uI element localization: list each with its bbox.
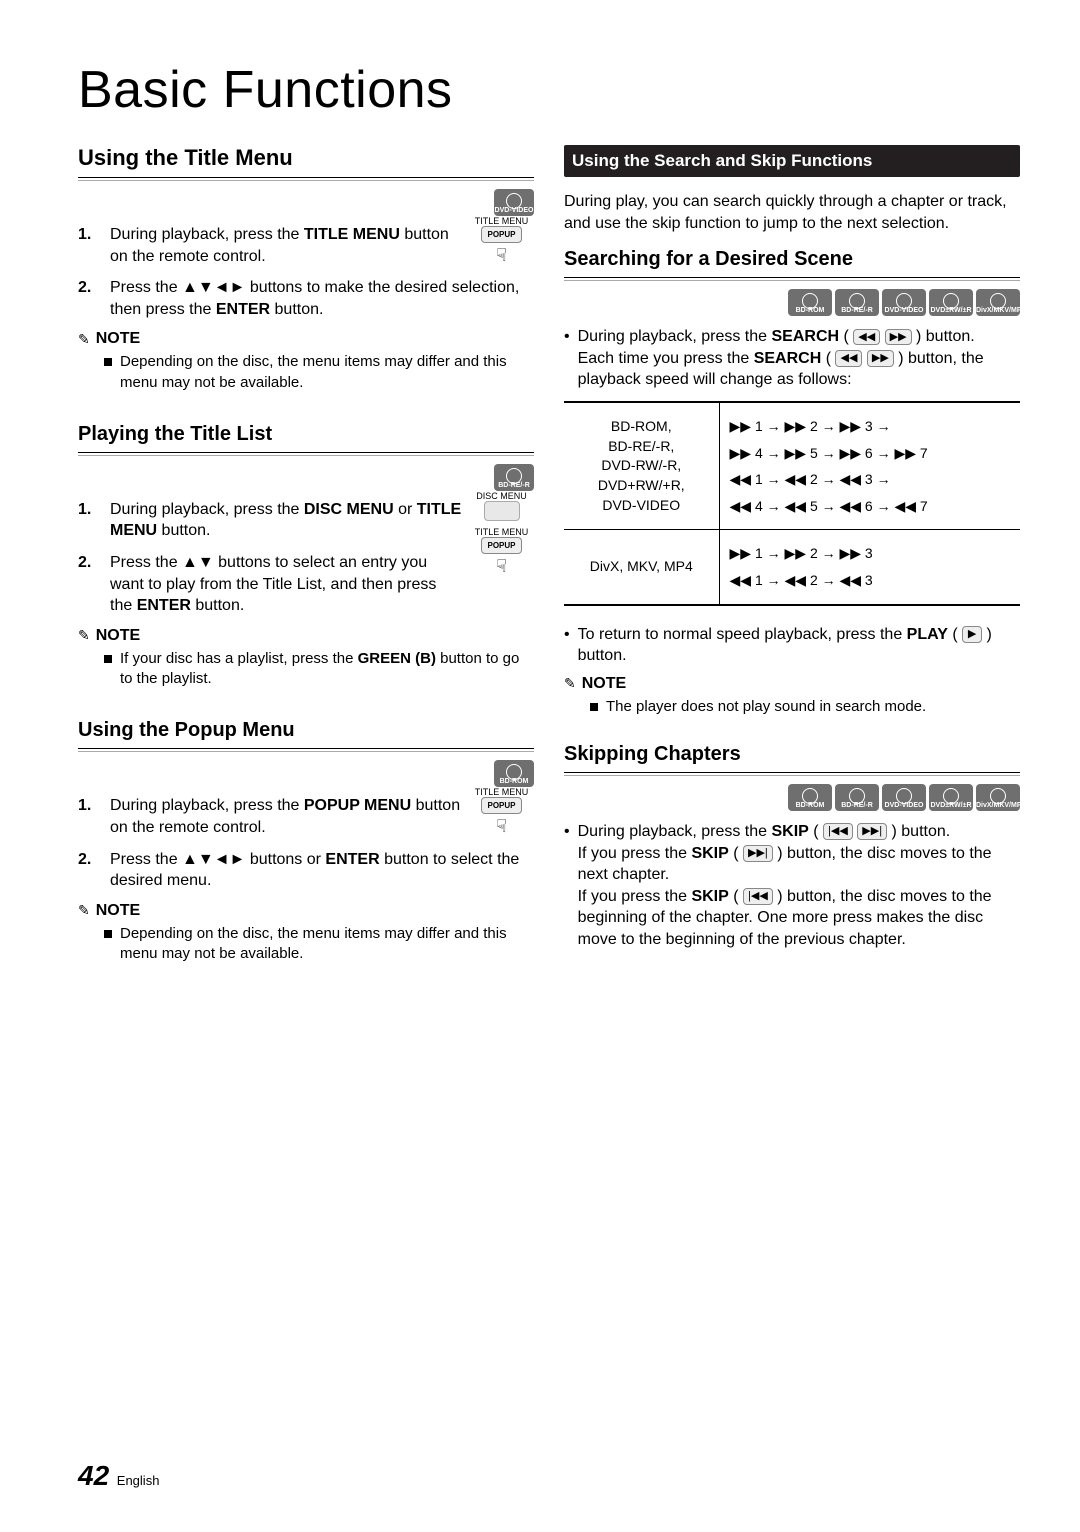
hand-icon: ☟ bbox=[469, 245, 534, 266]
step-item: 2.Press the ▲▼◄► buttons or ENTER button… bbox=[78, 849, 534, 892]
bullet-item: • During playback, press the SEARCH ( ◀◀… bbox=[564, 326, 1020, 391]
disc-badge: DivX/MKV/MP4 bbox=[976, 784, 1020, 811]
note-icon: ✎ bbox=[78, 902, 90, 919]
note-body: If your disc has a playlist, press the G… bbox=[104, 649, 534, 690]
disc-badge: BD-RE/-R bbox=[835, 784, 879, 811]
section-heading: Skipping Chapters bbox=[564, 743, 1020, 766]
table-cell: BD-ROM, BD-RE/-R, DVD-RW/-R, DVD+RW/+R, … bbox=[564, 402, 719, 530]
bullet-item: • During playback, press the SKIP ( |◀◀ … bbox=[564, 821, 1020, 951]
skip-back-icon: |◀◀ bbox=[823, 823, 853, 840]
fastforward-icon: ▶▶ bbox=[885, 329, 912, 346]
disc-badge: DVD±RW/±R bbox=[929, 289, 973, 316]
remote-figure: DISC MENU TITLE MENU POPUP ☟ bbox=[469, 491, 534, 577]
left-column: Using the Title Menu DVD-VIDEO TITLE MEN… bbox=[78, 145, 534, 994]
step-item: 1.During playback, press the TITLE MENU … bbox=[78, 224, 463, 267]
table-cell: ▶▶ 1 → ▶▶ 2 → ▶▶ 3 ◀◀ 1 → ◀◀ 2 → ◀◀ 3 bbox=[719, 530, 1020, 605]
note-icon: ✎ bbox=[564, 675, 576, 692]
disc-badge: BD-ROM bbox=[788, 784, 832, 811]
note-label: NOTE bbox=[96, 330, 140, 348]
remote-figure: TITLE MENU POPUP ☟ bbox=[469, 216, 534, 266]
disc-badge: BD-RE/-R bbox=[835, 289, 879, 316]
note-icon: ✎ bbox=[78, 331, 90, 348]
skip-back-icon: |◀◀ bbox=[743, 888, 773, 905]
disc-badge: DVD±RW/±R bbox=[929, 784, 973, 811]
disc-badge: DivX/MKV/MP4 bbox=[976, 289, 1020, 316]
note-label: NOTE bbox=[96, 627, 140, 645]
section-heading: Using the Popup Menu bbox=[78, 719, 534, 742]
disc-badge: BD-ROM bbox=[494, 760, 534, 787]
step-item: 2.Press the ▲▼ buttons to select an entr… bbox=[78, 552, 463, 617]
note-label: NOTE bbox=[582, 675, 626, 693]
note-label: NOTE bbox=[96, 902, 140, 920]
rewind-icon: ◀◀ bbox=[835, 350, 862, 367]
section-title-menu: Using the Title Menu DVD-VIDEO TITLE MEN… bbox=[78, 145, 534, 393]
skip-forward-icon: ▶▶| bbox=[857, 823, 887, 840]
step-item: 1.During playback, press the DISC MENU o… bbox=[78, 499, 463, 542]
rewind-icon: ◀◀ bbox=[853, 329, 880, 346]
play-icon: ▶ bbox=[962, 626, 982, 643]
note-body: The player does not play sound in search… bbox=[590, 697, 1020, 717]
page-title: Basic Functions bbox=[78, 60, 1020, 120]
intro-paragraph: During play, you can search quickly thro… bbox=[564, 191, 1020, 234]
page-footer: 42 English bbox=[78, 1460, 159, 1492]
table-cell: DivX, MKV, MP4 bbox=[564, 530, 719, 605]
section-popup-menu: Using the Popup Menu BD-ROM TITLE MENU P… bbox=[78, 719, 534, 964]
step-item: 2.Press the ▲▼◄► buttons to make the des… bbox=[78, 277, 534, 320]
disc-badge: BD-ROM bbox=[788, 289, 832, 316]
disc-badge: BD-RE/-R bbox=[494, 464, 534, 491]
table-cell: ▶▶ 1 → ▶▶ 2 → ▶▶ 3 → ▶▶ 4 → ▶▶ 5 → ▶▶ 6 … bbox=[719, 402, 1020, 530]
note-icon: ✎ bbox=[78, 627, 90, 644]
page-number: 42 bbox=[78, 1460, 109, 1491]
speed-table: BD-ROM, BD-RE/-R, DVD-RW/-R, DVD+RW/+R, … bbox=[564, 401, 1020, 606]
disc-badges-row: BD-ROM BD-RE/-R DVD-VIDEO DVD±RW/±R DivX… bbox=[564, 784, 1020, 811]
disc-badges-row: BD-ROM BD-RE/-R DVD-VIDEO DVD±RW/±R DivX… bbox=[564, 289, 1020, 316]
section-title-list: Playing the Title List BD-RE/-R DISC MEN… bbox=[78, 423, 534, 689]
remote-figure: TITLE MENU POPUP ☟ bbox=[469, 787, 534, 837]
hand-icon: ☟ bbox=[469, 556, 534, 577]
table-row: BD-ROM, BD-RE/-R, DVD-RW/-R, DVD+RW/+R, … bbox=[564, 402, 1020, 530]
section-heading: Playing the Title List bbox=[78, 423, 534, 446]
bullet-item: • To return to normal speed playback, pr… bbox=[564, 624, 1020, 667]
page-language: English bbox=[117, 1473, 160, 1488]
step-item: 1.During playback, press the POPUP MENU … bbox=[78, 795, 463, 838]
disc-badge: DVD-VIDEO bbox=[494, 189, 534, 216]
hand-icon: ☟ bbox=[469, 816, 534, 837]
disc-badge: DVD-VIDEO bbox=[882, 784, 926, 811]
fastforward-icon: ▶▶ bbox=[867, 350, 894, 367]
black-heading: Using the Search and Skip Functions bbox=[564, 145, 1020, 177]
skip-forward-icon: ▶▶| bbox=[743, 845, 773, 862]
disc-badge: DVD-VIDEO bbox=[882, 289, 926, 316]
section-heading: Searching for a Desired Scene bbox=[564, 248, 1020, 271]
note-body: Depending on the disc, the menu items ma… bbox=[104, 924, 534, 965]
table-row: DivX, MKV, MP4 ▶▶ 1 → ▶▶ 2 → ▶▶ 3 ◀◀ 1 →… bbox=[564, 530, 1020, 605]
right-column: Using the Search and Skip Functions Duri… bbox=[564, 145, 1020, 994]
section-heading: Using the Title Menu bbox=[78, 145, 534, 171]
note-body: Depending on the disc, the menu items ma… bbox=[104, 352, 534, 393]
